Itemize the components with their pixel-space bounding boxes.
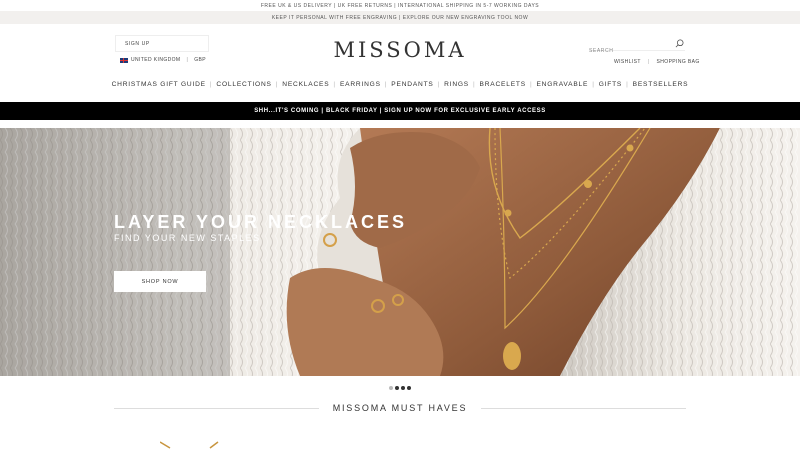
account-divider: |: [647, 59, 650, 65]
carousel-dot[interactable]: [395, 386, 399, 390]
black-friday-text[interactable]: SHH...IT'S COMING | BLACK FRIDAY | SIGN …: [254, 108, 546, 114]
search-icon[interactable]: [675, 39, 684, 48]
search-bar: [589, 39, 685, 54]
section-title: MISSOMA MUST HAVES: [332, 403, 468, 413]
promo-bar-engraving[interactable]: KEEP IT PERSONAL WITH FREE ENGRAVING | E…: [0, 11, 800, 24]
nav-item-bracelets[interactable]: BRACELETS: [480, 81, 526, 88]
hero-image: [0, 128, 800, 376]
nav-item-collections[interactable]: COLLECTIONS: [216, 81, 271, 88]
promo-engraving-text[interactable]: KEEP IT PERSONAL WITH FREE ENGRAVING | E…: [272, 15, 528, 21]
nav-divider: |: [275, 81, 279, 88]
shop-now-button[interactable]: SHOP NOW: [114, 271, 206, 292]
site-header: SIGN UP UNITED KINGDOM | GBP MISSOMA WIS…: [0, 24, 800, 102]
nav-item-christmas-gift-guide[interactable]: CHRISTMAS GIFT GUIDE: [112, 81, 206, 88]
wishlist-link[interactable]: WISHLIST: [614, 59, 641, 65]
nav-divider: |: [333, 81, 336, 88]
carousel-dots: [0, 386, 800, 390]
promo-shipping-text: FREE UK & US DELIVERY | UK FREE RETURNS …: [260, 2, 540, 9]
nav-item-rings[interactable]: RINGS: [444, 81, 469, 88]
hero-banner: LAYER YOUR NECKLACES FIND YOUR NEW STAPL…: [0, 128, 800, 376]
nav-item-bestsellers[interactable]: BESTSELLERS: [633, 81, 689, 88]
search-input[interactable]: [589, 48, 669, 54]
product-image-peek[interactable]: [160, 440, 220, 450]
nav-item-pendants[interactable]: PENDANTS: [391, 81, 433, 88]
nav-item-engravable[interactable]: ENGRAVABLE: [536, 81, 588, 88]
promo-bar-shipping: FREE UK & US DELIVERY | UK FREE RETURNS …: [0, 0, 800, 11]
nav-divider: |: [626, 81, 629, 88]
nav-divider: |: [473, 81, 476, 88]
nav-divider: |: [209, 81, 213, 88]
nav-divider: |: [384, 81, 388, 88]
section-divider-left: [114, 407, 319, 409]
must-haves-header: MISSOMA MUST HAVES: [114, 402, 686, 414]
nav-divider: |: [592, 81, 595, 88]
black-friday-banner[interactable]: SHH...IT'S COMING | BLACK FRIDAY | SIGN …: [0, 102, 800, 120]
main-navigation: CHRISTMAS GIFT GUIDE | COLLECTIONS | NEC…: [0, 81, 800, 88]
hero-title: LAYER YOUR NECKLACES: [114, 212, 408, 232]
nav-divider: |: [529, 81, 533, 88]
account-links: WISHLIST | SHOPPING BAG: [614, 59, 700, 65]
nav-divider: |: [437, 81, 441, 88]
nav-item-gifts[interactable]: GIFTS: [599, 81, 622, 88]
shopping-bag-link[interactable]: SHOPPING BAG: [657, 59, 700, 65]
carousel-dot[interactable]: [389, 386, 393, 390]
nav-item-earrings[interactable]: EARRINGS: [340, 81, 381, 88]
carousel-dot[interactable]: [401, 386, 405, 390]
section-divider-right: [481, 407, 686, 409]
nav-item-necklaces[interactable]: NECKLACES: [282, 81, 329, 88]
hero-subtitle: FIND YOUR NEW STAPLES: [114, 233, 261, 243]
carousel-dot[interactable]: [407, 386, 411, 390]
